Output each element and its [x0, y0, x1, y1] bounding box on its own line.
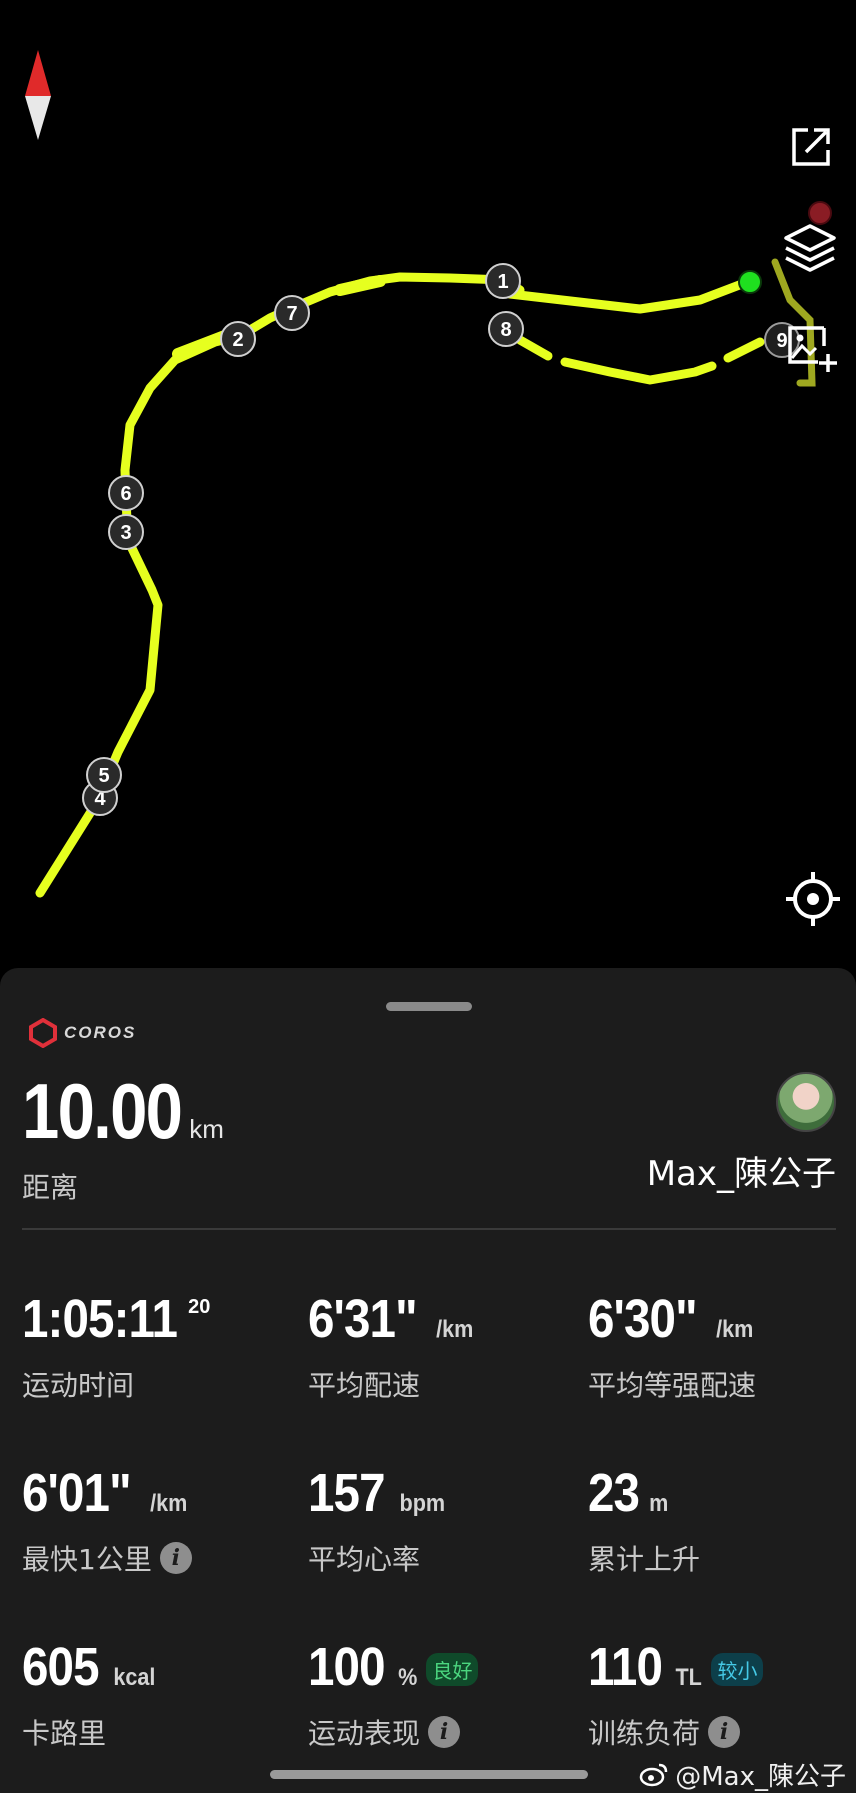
- stat-3: 6'01" /km 最快1公里 i: [22, 1462, 292, 1578]
- lap-marker-7: 7: [274, 295, 310, 331]
- stat-label-row: 累计上升: [588, 1538, 856, 1578]
- stat-label-row: 卡路里: [22, 1712, 292, 1752]
- route-map[interactable]: 123456789: [0, 0, 856, 975]
- stat-label-row: 平均心率: [308, 1538, 578, 1578]
- lap-marker-label: 7: [286, 303, 297, 325]
- stat-label: 训练负荷: [588, 1717, 701, 1750]
- stat-label: 运动表现: [308, 1717, 421, 1750]
- stat-8: 110 TL 较小 训练负荷 i: [588, 1636, 856, 1752]
- stat-6: 605 kcal 卡路里: [22, 1636, 292, 1752]
- distance-label: 距离: [22, 1171, 79, 1204]
- stat-value-row: 110 TL 较小: [588, 1636, 856, 1702]
- stat-value-superscript: 20: [188, 1296, 211, 1318]
- lap-marker-1: 1: [485, 263, 521, 299]
- divider: [22, 1228, 836, 1230]
- layers-icon[interactable]: [782, 222, 846, 278]
- stat-value: 6'01": [22, 1463, 132, 1523]
- lap-marker-label: 3: [120, 522, 131, 544]
- distance-value: 10.00: [22, 1067, 183, 1155]
- stat-value-row: 6'30" /km: [588, 1288, 856, 1354]
- stat-value: 6'31": [308, 1289, 418, 1349]
- stat-value: 23: [588, 1463, 640, 1523]
- stat-1: 6'31" /km 平均配速: [308, 1288, 578, 1404]
- stat-label-row: 平均等强配速: [588, 1364, 856, 1404]
- lap-marker-label: 6: [120, 483, 131, 505]
- stat-unit: /km: [149, 1490, 187, 1517]
- stat-5: 23 m 累计上升: [588, 1462, 856, 1578]
- compass-icon[interactable]: [25, 50, 51, 140]
- stat-badge: 良好: [426, 1652, 479, 1686]
- stat-value: 1:05:11: [22, 1289, 178, 1349]
- route-map-canvas: 12345678 9: [25, 50, 832, 898]
- stat-value: 157: [308, 1463, 386, 1523]
- stat-label: 卡路里: [22, 1717, 107, 1750]
- distance-value-row: 10.00 km: [22, 1066, 224, 1157]
- username[interactable]: Max_陳公子: [647, 1146, 836, 1195]
- lap-marker-label: 8: [500, 319, 511, 341]
- stat-unit: TL: [675, 1664, 702, 1691]
- lap-marker-label: 2: [232, 329, 243, 351]
- stat-unit: m: [649, 1490, 669, 1517]
- share-icon[interactable]: [788, 124, 840, 176]
- lap-marker-5: 5: [86, 757, 122, 793]
- stat-unit: /km: [715, 1316, 753, 1343]
- home-indicator[interactable]: [270, 1770, 588, 1779]
- lap-marker-3: 3: [108, 514, 144, 550]
- end-dot: [808, 201, 832, 225]
- activity-summary-panel: COROS 10.00 km 距离 Max_陳公子 1:05:11 20 运动时间 6…: [0, 968, 856, 1793]
- distance-unit: km: [189, 1114, 224, 1144]
- lap-marker-label: 5: [98, 765, 109, 787]
- coros-logo-icon: [29, 1018, 57, 1048]
- stat-value-row: 100% 良好: [308, 1636, 578, 1702]
- stat-unit: %: [398, 1664, 418, 1691]
- stat-unit: /km: [435, 1316, 473, 1343]
- stat-badge: 较小: [711, 1652, 764, 1686]
- brand-name: COROS: [64, 1023, 137, 1042]
- stat-value-row: 1:05:11 20: [22, 1288, 292, 1354]
- lap-marker-2: 2: [220, 321, 256, 357]
- stat-label-row: 训练负荷 i: [588, 1712, 856, 1752]
- stat-label-row: 平均配速: [308, 1364, 578, 1404]
- stat-value-row: 157 bpm: [308, 1462, 578, 1528]
- stat-0: 1:05:11 20 运动时间: [22, 1288, 292, 1404]
- add-photo-icon[interactable]: [784, 322, 844, 378]
- stat-value-row: 6'01" /km: [22, 1462, 292, 1528]
- watermark-text: @Max_陳公子: [675, 1762, 846, 1792]
- start-dot: [738, 270, 762, 294]
- stat-label: 平均等强配速: [588, 1369, 757, 1402]
- stat-label: 累计上升: [588, 1543, 701, 1576]
- drag-handle[interactable]: [386, 1002, 472, 1011]
- stat-value-row: 605 kcal: [22, 1636, 292, 1702]
- stat-value-row: 23 m: [588, 1462, 856, 1528]
- info-icon[interactable]: i: [708, 1716, 741, 1748]
- stat-label: 运动时间: [22, 1369, 135, 1402]
- avatar[interactable]: [776, 1072, 836, 1132]
- info-icon[interactable]: i: [159, 1542, 192, 1574]
- stat-value: 605: [22, 1637, 100, 1697]
- stat-7: 100% 良好 运动表现 i: [308, 1636, 578, 1752]
- stat-value-row: 6'31" /km: [308, 1288, 578, 1354]
- weibo-icon: [639, 1763, 668, 1786]
- stat-label: 最快1公里: [22, 1543, 152, 1576]
- lap-marker-8: 8: [488, 311, 524, 347]
- lap-marker-label: 1: [497, 271, 508, 293]
- stat-value: 110: [588, 1637, 663, 1697]
- stat-unit: bpm: [399, 1490, 446, 1517]
- stat-2: 6'30" /km 平均等强配速: [588, 1288, 856, 1404]
- stat-label-row: 运动时间: [22, 1364, 292, 1404]
- stat-value: 6'30": [588, 1289, 698, 1349]
- stat-4: 157 bpm 平均心率: [308, 1462, 578, 1578]
- stat-unit: kcal: [113, 1664, 156, 1691]
- locate-icon[interactable]: [784, 870, 844, 930]
- route-path: [35, 272, 765, 898]
- lap-marker-6: 6: [108, 475, 144, 511]
- brand-logo: COROS: [28, 1018, 136, 1048]
- watermark: @Max_陳公子: [639, 1756, 846, 1793]
- stat-label-row: 最快1公里 i: [22, 1538, 292, 1578]
- stat-label: 平均配速: [308, 1369, 421, 1402]
- stat-label: 平均心率: [308, 1543, 421, 1576]
- stat-label-row: 运动表现 i: [308, 1712, 578, 1752]
- stat-value: 100: [308, 1637, 386, 1697]
- info-icon[interactable]: i: [428, 1716, 461, 1748]
